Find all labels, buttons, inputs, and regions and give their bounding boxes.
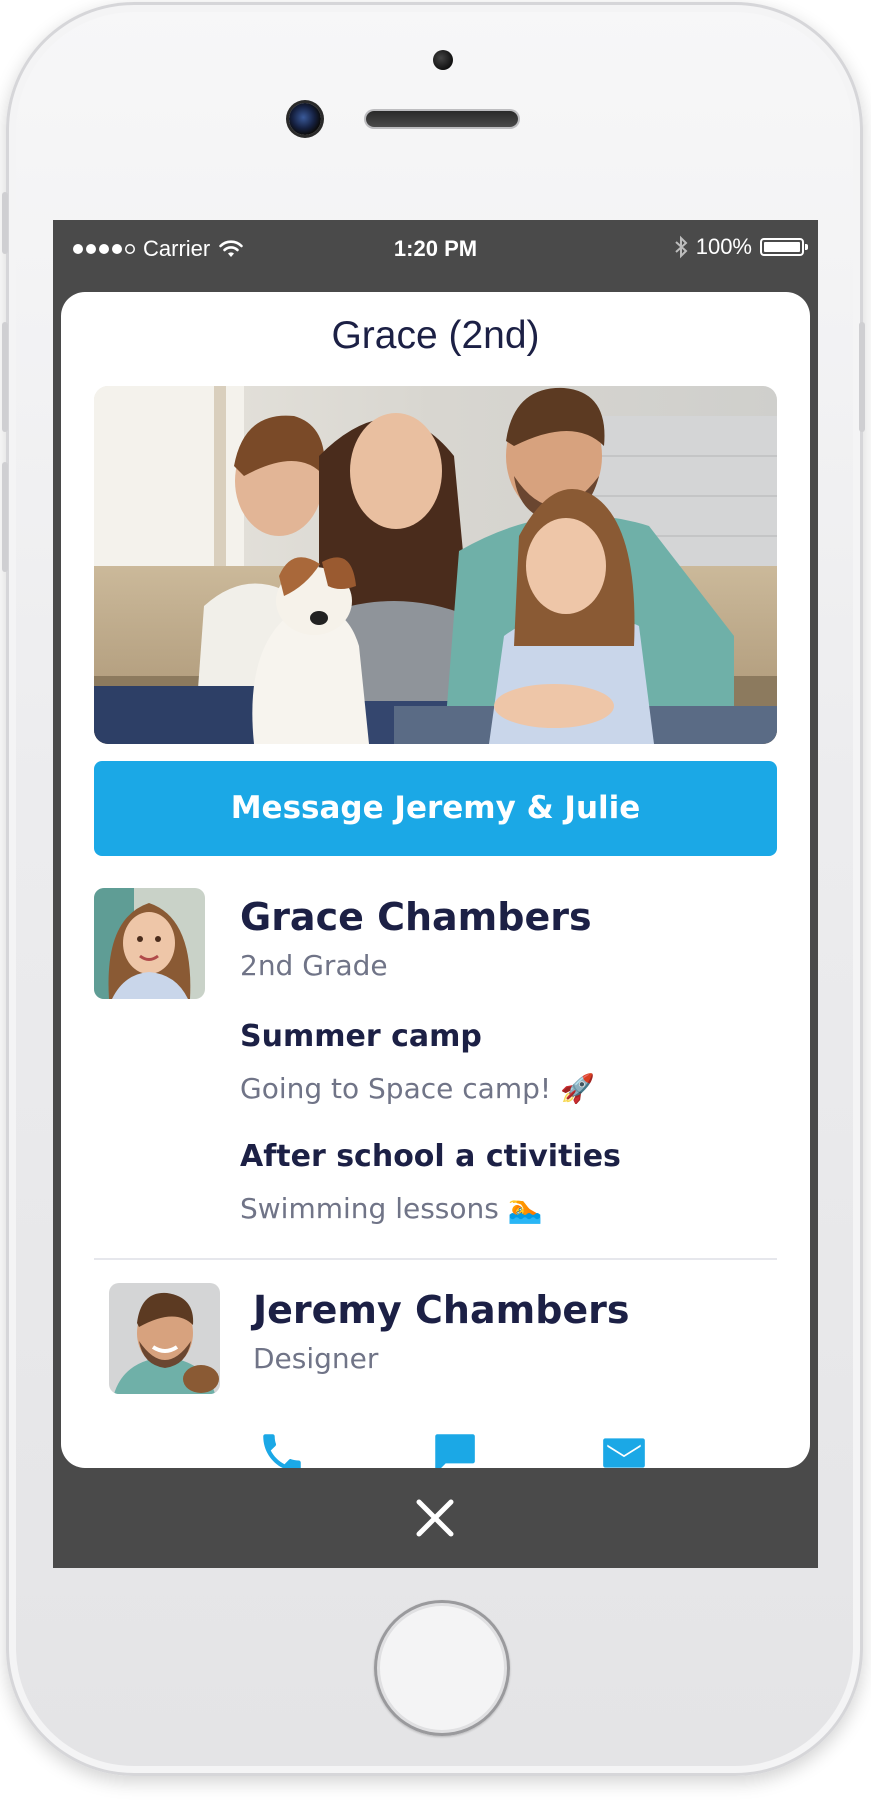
contact-card: Grace (2nd) Message Jeremy & Julie Grace… — [61, 292, 810, 1468]
close-icon[interactable] — [405, 1488, 465, 1548]
student-grade: 2nd Grade — [240, 949, 388, 982]
battery-percent: 100% — [695, 234, 752, 259]
parent-name: Jeremy Chambers — [253, 1288, 630, 1332]
home-button[interactable] — [374, 1600, 510, 1736]
section-divider — [94, 1258, 777, 1260]
volume-up-button — [2, 322, 8, 432]
bottom-bar — [53, 1468, 818, 1568]
status-bar: Carrier 1:20 PM 100% — [53, 220, 818, 278]
page-title: Grace (2nd) — [331, 314, 540, 357]
student-name: Grace Chambers — [240, 895, 592, 939]
parent-avatar — [109, 1283, 220, 1394]
screen: Carrier 1:20 PM 100% Grace (2nd) Message… — [53, 220, 818, 1568]
family-photo — [94, 386, 777, 744]
mute-switch — [2, 192, 8, 254]
phone-icon[interactable] — [257, 1428, 307, 1468]
mail-icon[interactable] — [599, 1428, 649, 1468]
field-value-summer-camp: Going to Space camp! 🚀 — [240, 1072, 595, 1105]
field-label-summer-camp: Summer camp — [240, 1019, 482, 1054]
status-right: 100% — [674, 234, 808, 260]
student-avatar — [94, 888, 205, 999]
front-camera — [289, 103, 321, 135]
field-value-after-school: Swimming lessons 🏊 — [240, 1192, 543, 1225]
parent-role: Designer — [253, 1342, 379, 1375]
bluetooth-icon — [675, 235, 688, 259]
earpiece-speaker — [366, 111, 518, 127]
message-parents-button[interactable]: Message Jeremy & Julie — [94, 761, 777, 856]
field-label-after-school: After school a ctivities — [240, 1139, 621, 1174]
chat-icon[interactable] — [429, 1428, 479, 1468]
battery-icon — [760, 238, 808, 256]
power-button — [859, 322, 865, 432]
volume-down-button — [2, 462, 8, 572]
proximity-sensor — [433, 50, 453, 70]
